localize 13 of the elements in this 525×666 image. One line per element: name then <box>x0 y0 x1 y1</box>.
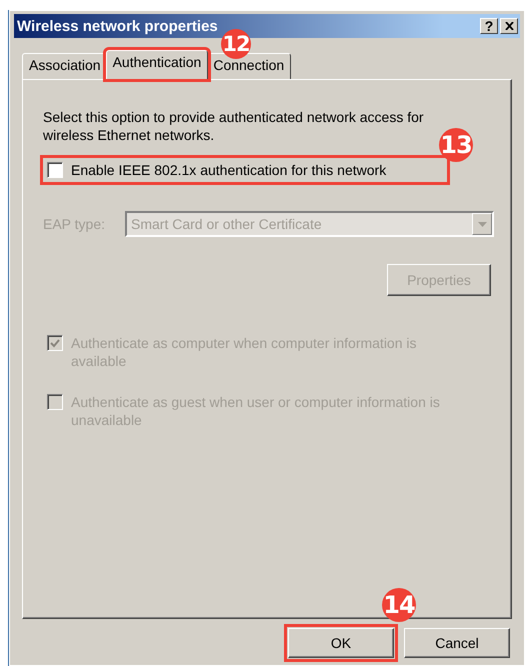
step-number-badge: 13 <box>439 128 473 162</box>
dropdown-value: Smart Card or other Certificate <box>131 216 323 232</box>
step-number-badge: 14 <box>382 588 416 622</box>
window-title: Wireless network properties <box>17 18 219 34</box>
tab[interactable]: Authentication <box>106 50 208 79</box>
close-icon <box>504 22 514 30</box>
close-button[interactable] <box>500 18 518 34</box>
checkbox-label: Enable IEEE 802.1x authentication for this network <box>71 161 386 179</box>
checkmark-icon <box>50 338 60 348</box>
checkbox[interactable] <box>47 162 63 178</box>
cancel-button[interactable]: Cancel <box>404 628 510 658</box>
description-text: Select this option to provide authenticated network access for wireless Ethernet networks. <box>43 108 425 144</box>
help-button[interactable]: ? <box>480 18 498 34</box>
